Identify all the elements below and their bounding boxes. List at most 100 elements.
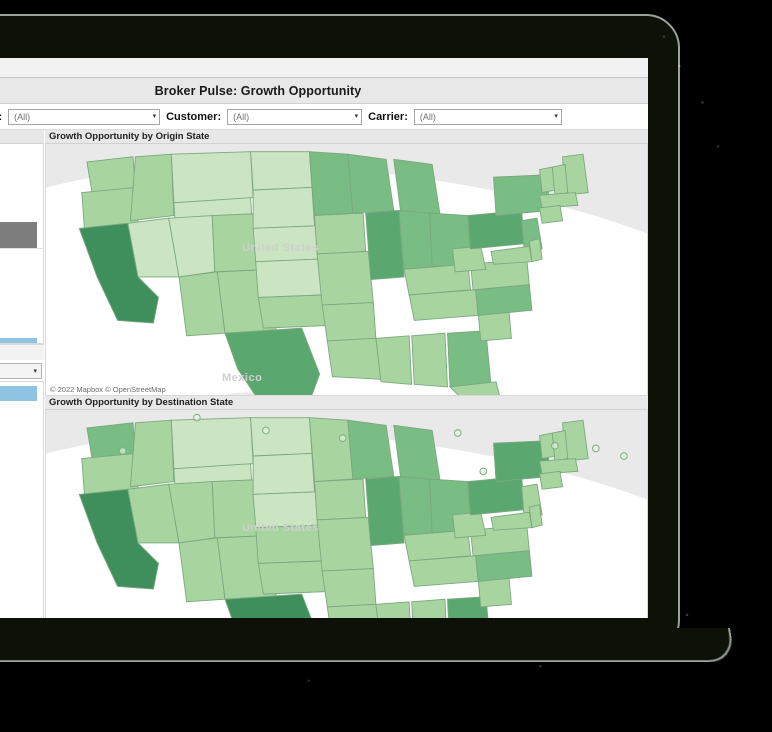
map-state-wa[interactable]	[86, 156, 136, 194]
origin-map-viewport[interactable]: United States Mexico © 2022 Mapbox © Ope…	[45, 144, 648, 396]
map-state-ks[interactable]	[255, 524, 323, 564]
carrier-filter-select[interactable]: (All) ▾	[413, 108, 562, 125]
chevron-down-icon: ▾	[554, 113, 558, 120]
map-state-mo[interactable]	[316, 516, 374, 572]
map-state-wv[interactable]	[452, 511, 487, 539]
dashboard-title-bar: Broker Pulse: Growth Opportunity	[0, 78, 648, 104]
chart-ranked-horizontal-bars[interactable]	[0, 381, 44, 618]
map-state-wv[interactable]	[452, 245, 487, 273]
map-state-ok[interactable]	[257, 560, 328, 595]
chevron-down-icon: ▾	[33, 367, 37, 375]
screenshot-stage: Total Profit Broker Pulse: Growth Opport…	[0, 0, 772, 732]
map-state-nc[interactable]	[475, 284, 533, 316]
map-state-de[interactable]	[528, 238, 543, 263]
vertical-bar-axis: 2022	[0, 344, 44, 360]
map-state-mo[interactable]	[316, 250, 374, 306]
map-state-ia[interactable]	[314, 478, 367, 521]
map-state-ne[interactable]	[252, 225, 321, 263]
map-point-marker[interactable]	[479, 467, 488, 476]
map-state-mt[interactable]	[170, 151, 254, 204]
map-state-ia[interactable]	[314, 212, 367, 255]
map-state-tn[interactable]	[408, 289, 479, 321]
map-state-mn[interactable]	[308, 151, 354, 217]
map-state-tn[interactable]	[408, 555, 479, 587]
chart-blue-bars[interactable]	[0, 248, 43, 343]
buyer-filter-label: Buyer:	[0, 111, 2, 123]
map-point-marker[interactable]	[118, 447, 127, 455]
map-state-in[interactable]	[398, 476, 433, 536]
map-state-nh[interactable]	[551, 163, 569, 196]
map-state-ar[interactable]	[321, 302, 377, 342]
map-state-id[interactable]	[129, 153, 175, 222]
destination-map-viewport[interactable]: United States	[45, 410, 648, 618]
map-state-pa[interactable]	[467, 476, 525, 516]
map-state-id[interactable]	[129, 419, 175, 488]
map-state-ks[interactable]	[255, 258, 323, 298]
map-state-wi[interactable]	[347, 153, 395, 214]
map-state-sd[interactable]	[252, 453, 315, 495]
map-state-al[interactable]	[411, 598, 448, 618]
customer-filter-value: (All)	[233, 111, 250, 122]
destination-map-title: Growth Opportunity by Destination State	[45, 396, 648, 410]
map-state-ar[interactable]	[321, 568, 377, 608]
right-column: Growth Opportunity by Origin State Unite…	[45, 130, 648, 618]
origin-map-title: Growth Opportunity by Origin State	[45, 130, 648, 144]
map-state-la[interactable]	[326, 337, 382, 380]
map-state-ne[interactable]	[252, 491, 321, 529]
map-point-marker[interactable]	[338, 434, 347, 442]
map-state-mi[interactable]	[393, 158, 441, 219]
map-state-il[interactable]	[365, 210, 405, 281]
customer-filter-label: Customer:	[166, 110, 222, 123]
vertical-bar-charts	[0, 144, 44, 344]
bar[interactable]	[0, 386, 37, 401]
chevron-down-icon: ▾	[354, 113, 359, 120]
chart-gray-bars[interactable]	[0, 144, 43, 248]
destination-choropleth-map[interactable]	[46, 410, 647, 618]
measure-select[interactable]: ▾	[0, 363, 42, 379]
map-point-marker[interactable]	[193, 413, 201, 422]
map-state-ct[interactable]	[539, 204, 564, 224]
map-state-in[interactable]	[398, 210, 433, 270]
buyer-filter-select[interactable]: (All) ▾	[8, 108, 161, 125]
bar[interactable]	[0, 222, 37, 248]
dashboard-body: 2022 ▾ Growth Opportunity by Origin Stat…	[0, 130, 648, 618]
map-state-or[interactable]	[81, 186, 139, 229]
laptop-base	[0, 628, 736, 663]
worksheet-tabstrip: Total Profit	[0, 58, 648, 78]
buyer-filter-value: (All)	[14, 111, 31, 122]
map-state-ok[interactable]	[257, 294, 328, 329]
map-state-nd[interactable]	[250, 417, 313, 457]
origin-choropleth-map[interactable]	[46, 144, 647, 396]
filter-toolbar: 2/27/2022 Buyer: (All) ▾ Customer: (All)…	[0, 104, 648, 130]
map-state-al[interactable]	[411, 332, 448, 388]
map-point-marker[interactable]	[591, 444, 600, 453]
map-state-mi[interactable]	[393, 424, 441, 485]
map-state-sd[interactable]	[252, 187, 315, 229]
map-state-ms[interactable]	[375, 601, 412, 618]
dashboard-screen: Total Profit Broker Pulse: Growth Opport…	[0, 58, 648, 618]
map-state-pa[interactable]	[467, 210, 525, 250]
chevron-down-icon: ▾	[152, 113, 157, 120]
map-state-wi[interactable]	[347, 419, 395, 480]
map-attribution: © 2022 Mapbox © OpenStreetMap	[48, 385, 168, 394]
map-state-ct[interactable]	[539, 470, 564, 490]
map-point-marker[interactable]	[262, 426, 270, 435]
map-state-nc[interactable]	[475, 550, 533, 582]
bar[interactable]	[0, 338, 37, 343]
map-state-wa[interactable]	[86, 422, 136, 460]
map-point-marker[interactable]	[620, 452, 628, 460]
map-state-mt[interactable]	[170, 417, 254, 470]
customer-filter-select[interactable]: (All) ▾	[227, 108, 363, 125]
map-state-or[interactable]	[81, 452, 139, 495]
map-point-marker[interactable]	[453, 429, 462, 437]
map-state-il[interactable]	[365, 476, 405, 547]
tabstrip-filler	[0, 58, 648, 77]
map-state-de[interactable]	[528, 504, 543, 529]
map-point-marker[interactable]	[551, 441, 559, 450]
map-state-la[interactable]	[326, 603, 381, 618]
map-state-nd[interactable]	[250, 151, 313, 191]
map-state-mn[interactable]	[308, 417, 354, 483]
left-top-panel-header	[0, 130, 44, 144]
carrier-filter-label: Carrier:	[368, 110, 408, 123]
map-state-ms[interactable]	[375, 335, 413, 385]
